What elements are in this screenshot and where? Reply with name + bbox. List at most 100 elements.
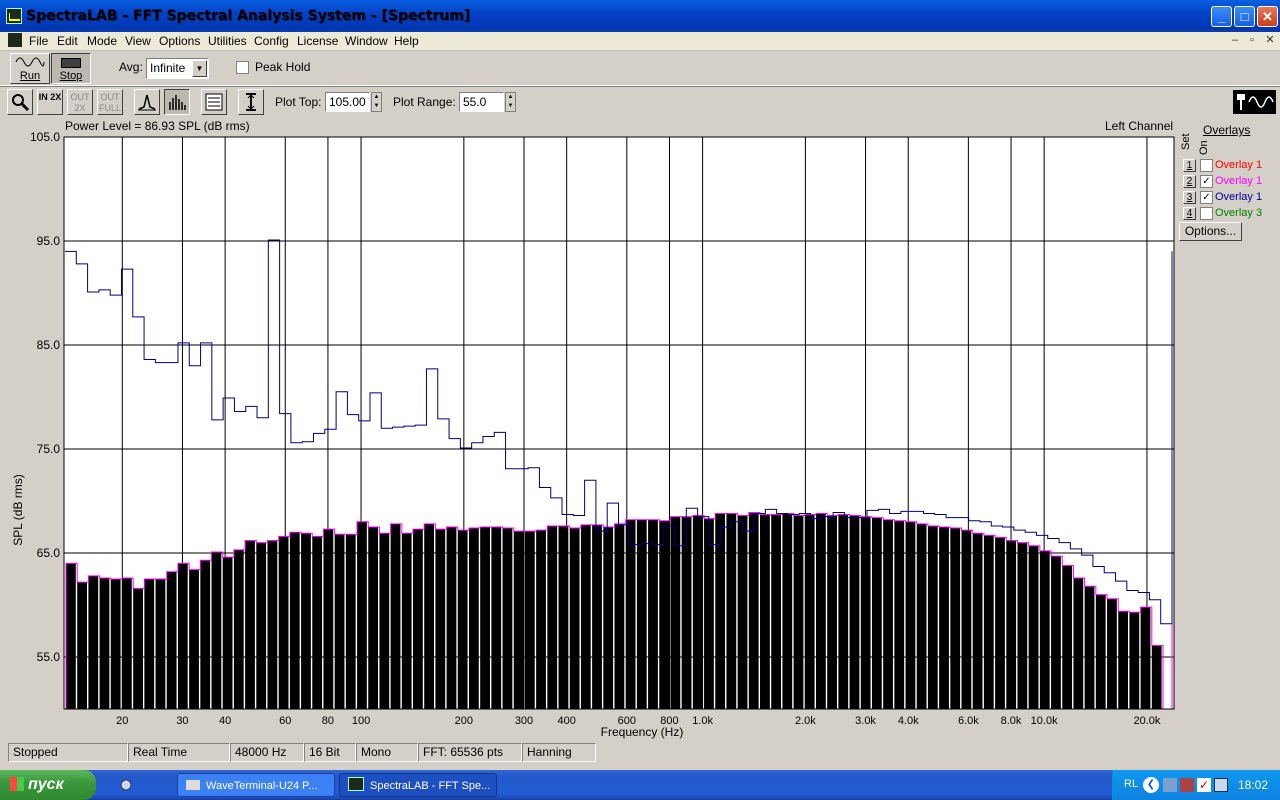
menu-license[interactable]: License bbox=[297, 32, 338, 50]
language-indicator[interactable]: RL bbox=[1124, 778, 1138, 790]
task-waveterminal-label: WaveTerminal-U24 P... bbox=[206, 780, 318, 792]
mdi-minimize-button[interactable]: – bbox=[1228, 33, 1242, 47]
zoom-out-full-button[interactable]: OUT FULL bbox=[97, 89, 123, 115]
app-icon[interactable] bbox=[6, 8, 22, 24]
menu-file[interactable]: File bbox=[29, 32, 48, 50]
overlay-3-checkbox[interactable]: ✓ bbox=[1200, 191, 1213, 204]
menu-options[interactable]: Options bbox=[159, 32, 200, 50]
usb-icon bbox=[186, 780, 200, 790]
plot-top-spinner[interactable]: ▲ ▼ bbox=[371, 92, 382, 112]
magnifier-icon bbox=[12, 94, 30, 112]
menu-mode[interactable]: Mode bbox=[87, 32, 117, 50]
line-plot-button[interactable] bbox=[134, 89, 160, 115]
spectrum-bar bbox=[771, 514, 782, 709]
x-tick-label: 6.0k bbox=[958, 715, 979, 727]
avg-select[interactable]: Infinite ▼ bbox=[146, 58, 209, 79]
x-tick-label: 30 bbox=[176, 715, 188, 727]
spectrum-chart[interactable]: 105.0 95.0 85.0 75.0 65.0 55.0 20 30 40 60 80 100 2… bbox=[0, 118, 1180, 740]
stop-button[interactable]: Stop bbox=[51, 53, 91, 84]
overlays-header: Overlays bbox=[1203, 123, 1251, 137]
overlay-1-set-button[interactable]: 1 bbox=[1183, 159, 1196, 172]
line-plot-icon bbox=[138, 94, 156, 111]
spectrum-bar bbox=[782, 513, 793, 709]
spectrum-bar bbox=[692, 515, 703, 709]
overlay-2-checkbox[interactable]: ✓ bbox=[1200, 175, 1213, 188]
spectrum-bar bbox=[144, 579, 155, 709]
spectrum-bar bbox=[849, 515, 860, 709]
spectrum-bar bbox=[1151, 645, 1162, 709]
menu-help[interactable]: Help bbox=[394, 32, 419, 50]
overlays-set-column: Set bbox=[1180, 133, 1192, 150]
network-icon[interactable] bbox=[1163, 778, 1177, 792]
spectrum-bar bbox=[1039, 550, 1050, 709]
task-spectralab[interactable]: SpectraLAB - FFT Spe... bbox=[339, 773, 497, 797]
spectrum-bar bbox=[894, 520, 905, 709]
spectrum-bar bbox=[726, 513, 737, 709]
spectrum-bar bbox=[189, 569, 199, 709]
mdi-restore-button[interactable]: ▫ bbox=[1245, 33, 1259, 47]
close-button[interactable]: ✕ bbox=[1257, 6, 1278, 27]
alert-icon[interactable]: ✓ bbox=[1197, 778, 1211, 792]
overlay-4-set-button[interactable]: 4 bbox=[1183, 207, 1196, 220]
menu-config[interactable]: Config bbox=[254, 32, 289, 50]
plot-top-input[interactable]: 105.00 bbox=[325, 92, 370, 112]
spectrum-bar bbox=[547, 525, 558, 709]
overlay-2-set-button[interactable]: 2 bbox=[1183, 175, 1196, 188]
status-run-state: Stopped bbox=[8, 743, 128, 762]
settings-panel-button[interactable] bbox=[201, 89, 227, 115]
zoom-button[interactable] bbox=[7, 89, 33, 115]
overlay-3-set-button[interactable]: 3 bbox=[1183, 191, 1196, 204]
x-tick-label: 80 bbox=[322, 715, 334, 727]
quick-launch-icon[interactable] bbox=[118, 777, 134, 793]
spectrum-bar bbox=[379, 533, 390, 709]
scale-button[interactable] bbox=[238, 89, 264, 115]
zoom-in-2x-button[interactable]: IN 2X bbox=[37, 89, 63, 115]
menu-window[interactable]: Window bbox=[345, 32, 388, 50]
spectrum-bar bbox=[905, 521, 916, 709]
spectrum-bar bbox=[659, 520, 670, 709]
status-channels: Mono bbox=[356, 743, 418, 762]
overlay-options-button[interactable]: Options... bbox=[1179, 222, 1242, 241]
chevron-down-icon[interactable]: ▼ bbox=[192, 60, 207, 77]
minimize-button[interactable]: _ bbox=[1211, 6, 1232, 27]
run-button[interactable]: Run bbox=[10, 53, 50, 84]
overlay-4-checkbox[interactable] bbox=[1200, 207, 1213, 220]
y-tick-label: 95.0 bbox=[37, 234, 61, 248]
task-waveterminal[interactable]: WaveTerminal-U24 P... bbox=[177, 773, 335, 797]
spectrum-bar bbox=[648, 519, 658, 709]
security-icon[interactable] bbox=[1180, 778, 1194, 792]
mdi-doc-icon[interactable] bbox=[8, 33, 22, 47]
peak-hold-checkbox[interactable] bbox=[236, 61, 249, 74]
spectrum-bar bbox=[1017, 542, 1028, 709]
tray-expand-icon[interactable]: ❮ bbox=[1143, 777, 1159, 793]
spectrum-bar bbox=[636, 519, 647, 709]
spectrum-bar bbox=[1062, 565, 1073, 709]
spectrum-bar bbox=[592, 524, 602, 709]
spectrum-bar bbox=[536, 530, 546, 709]
bar-plot-button[interactable] bbox=[164, 89, 190, 115]
spectrum-bar bbox=[804, 514, 815, 709]
menu-utilities[interactable]: Utilities bbox=[208, 32, 247, 50]
menu-view[interactable]: View bbox=[125, 32, 151, 50]
maximize-button[interactable]: □ bbox=[1234, 6, 1255, 27]
start-button[interactable]: пуск bbox=[0, 770, 96, 800]
plot-top-label: Plot Top: bbox=[275, 95, 322, 109]
spectrum-bar bbox=[1107, 598, 1117, 709]
spectrum-bar bbox=[166, 571, 177, 709]
overlay-4-label: Overlay 3 bbox=[1215, 207, 1263, 219]
status-fft-size: FFT: 65536 pts bbox=[418, 743, 522, 762]
zoom-out-2x-button[interactable]: OUT 2X bbox=[67, 89, 93, 115]
spectrum-bar bbox=[401, 533, 412, 709]
run-label: Run bbox=[19, 70, 41, 82]
overlay-1-checkbox[interactable] bbox=[1200, 159, 1213, 172]
plot-range-spinner[interactable]: ▲ ▼ bbox=[505, 92, 516, 112]
task-spectralab-label: SpectraLAB - FFT Spe... bbox=[370, 780, 491, 792]
spectrum-bar bbox=[345, 534, 356, 709]
mdi-close-button[interactable]: ✕ bbox=[1263, 33, 1277, 47]
y-tick-label: 85.0 bbox=[37, 338, 61, 352]
menu-edit[interactable]: Edit bbox=[57, 32, 78, 50]
spectrum-bar bbox=[927, 525, 938, 709]
plot-range-input[interactable]: 55.0 bbox=[459, 92, 504, 112]
display-icon[interactable] bbox=[1214, 778, 1228, 792]
spectrum-bar bbox=[133, 588, 143, 709]
